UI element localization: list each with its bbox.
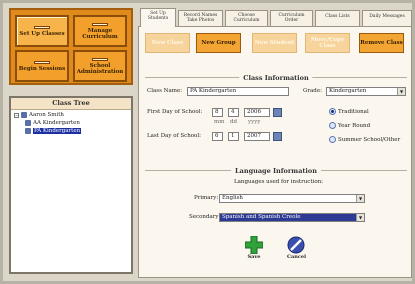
tile-label: School Administration bbox=[76, 62, 124, 75]
tile-label: Begin Sessions bbox=[18, 65, 66, 72]
tab-record-names[interactable]: Record Names Take Photos bbox=[178, 10, 223, 26]
primary-language-value: English bbox=[222, 195, 243, 201]
cancel-label: Cancel bbox=[287, 254, 306, 260]
first-day-year[interactable]: 2006 bbox=[244, 108, 270, 117]
remove-class-button[interactable]: Remove Class bbox=[359, 33, 404, 53]
primary-language-select[interactable]: English ▼ bbox=[219, 194, 365, 203]
radio-icon bbox=[329, 136, 336, 143]
plus-icon bbox=[245, 236, 263, 254]
secondary-language-label: Secondary: bbox=[189, 214, 221, 220]
class-name-field[interactable]: PA Kindergarten bbox=[187, 87, 289, 96]
tile-label: Manage Curriculum bbox=[82, 27, 118, 40]
last-day-year[interactable]: 2007 bbox=[244, 132, 270, 141]
date-hint-month: mm bbox=[214, 119, 225, 125]
tab-choose-curriculum[interactable]: Choose Curriculum bbox=[225, 10, 268, 26]
radio-label: Traditional bbox=[338, 108, 369, 115]
last-day-label: Last Day of School: bbox=[147, 133, 201, 139]
tile-icon bbox=[34, 25, 50, 29]
secondary-language-select[interactable]: Spanish and Spanish Creole ▼ bbox=[219, 213, 365, 222]
tab-class-lists[interactable]: Class Lists bbox=[315, 10, 360, 26]
tree-item-class-selected[interactable]: PA Kindergarten bbox=[25, 128, 82, 134]
tab-daily-messages[interactable]: Daily Messages bbox=[362, 10, 412, 26]
date-hint-year: yyyy bbox=[248, 119, 261, 125]
save-label: Save bbox=[247, 254, 261, 260]
radio-label: Year Round bbox=[338, 122, 371, 129]
module-tiles: Set Up Classes Manage Curriculum Begin S… bbox=[9, 8, 133, 85]
language-information-section: Language Information bbox=[145, 167, 407, 175]
radio-label: Summer School/Other bbox=[338, 136, 401, 143]
new-group-button[interactable]: New Group bbox=[196, 33, 241, 53]
radio-summer-school[interactable]: Summer School/Other bbox=[329, 136, 400, 143]
collapse-icon[interactable]: − bbox=[14, 112, 19, 118]
tree-item-teacher[interactable]: − Aaron Smith bbox=[14, 112, 64, 118]
tab-bar: Set Up Students Record Names Take Photos… bbox=[138, 8, 412, 27]
tile-label: Set Up Classes bbox=[19, 30, 65, 37]
manage-curriculum-tile[interactable]: Manage Curriculum bbox=[73, 15, 127, 47]
chevron-down-icon[interactable]: ▼ bbox=[397, 88, 405, 95]
begin-sessions-tile[interactable]: Begin Sessions bbox=[15, 50, 69, 82]
last-day-month[interactable]: 6 bbox=[212, 132, 223, 141]
cancel-icon bbox=[287, 236, 305, 254]
secondary-language-value: Spanish and Spanish Creole bbox=[222, 214, 301, 220]
class-icon bbox=[25, 128, 31, 134]
chevron-down-icon[interactable]: ▼ bbox=[356, 214, 364, 221]
class-information-title: Class Information bbox=[239, 74, 313, 82]
date-hint-day: dd bbox=[230, 119, 238, 125]
language-subtitle: Languages used for instruction: bbox=[234, 179, 324, 185]
tile-icon bbox=[92, 22, 108, 26]
grade-label: Grade: bbox=[303, 88, 322, 94]
tile-icon bbox=[34, 60, 50, 64]
save-button[interactable]: Save bbox=[245, 236, 263, 260]
class-information-section: Class Information bbox=[145, 74, 407, 82]
new-student-button[interactable]: New Student bbox=[252, 33, 297, 53]
setup-classes-tile[interactable]: Set Up Classes bbox=[15, 15, 69, 47]
class-tree: Class Tree − Aaron Smith AA Kindergarten… bbox=[9, 96, 133, 274]
tile-icon bbox=[92, 57, 108, 61]
left-panel: Set Up Classes Manage Curriculum Begin S… bbox=[9, 8, 133, 274]
cancel-button[interactable]: Cancel bbox=[287, 236, 306, 260]
grade-select[interactable]: Kindergarten ▼ bbox=[326, 87, 406, 96]
setup-students-content: New Class New Group New Student Move/Cop… bbox=[138, 26, 412, 278]
language-information-title: Language Information bbox=[231, 167, 321, 175]
class-tree-title: Class Tree bbox=[11, 98, 131, 110]
calendar-icon[interactable] bbox=[273, 132, 282, 141]
first-day-month[interactable]: 8 bbox=[212, 108, 223, 117]
teacher-icon bbox=[21, 112, 27, 118]
main-panel: Set Up Students Record Names Take Photos… bbox=[138, 8, 412, 278]
tab-curriculum-order[interactable]: Curriculum Order bbox=[270, 10, 313, 26]
first-day-label: First Day of School: bbox=[147, 109, 203, 115]
chevron-down-icon[interactable]: ▼ bbox=[356, 195, 364, 202]
tree-item-class[interactable]: AA Kindergarten bbox=[25, 120, 80, 126]
primary-language-label: Primary: bbox=[194, 195, 219, 201]
move-copy-class-button[interactable]: Move/Copy Class bbox=[305, 33, 350, 53]
calendar-icon[interactable] bbox=[273, 108, 282, 117]
tab-setup-students[interactable]: Set Up Students bbox=[140, 8, 176, 27]
new-class-button[interactable]: New Class bbox=[145, 33, 190, 53]
radio-year-round[interactable]: Year Round bbox=[329, 122, 370, 129]
class-icon bbox=[25, 120, 31, 126]
grade-value: Kindergarten bbox=[329, 88, 367, 94]
radio-icon bbox=[329, 122, 336, 129]
radio-checked-icon bbox=[329, 108, 336, 115]
school-administration-tile[interactable]: School Administration bbox=[73, 50, 127, 82]
first-day-day[interactable]: 4 bbox=[228, 108, 239, 117]
last-day-day[interactable]: 1 bbox=[228, 132, 239, 141]
class-name-label: Class Name: bbox=[147, 88, 183, 94]
radio-traditional[interactable]: Traditional bbox=[329, 108, 369, 115]
